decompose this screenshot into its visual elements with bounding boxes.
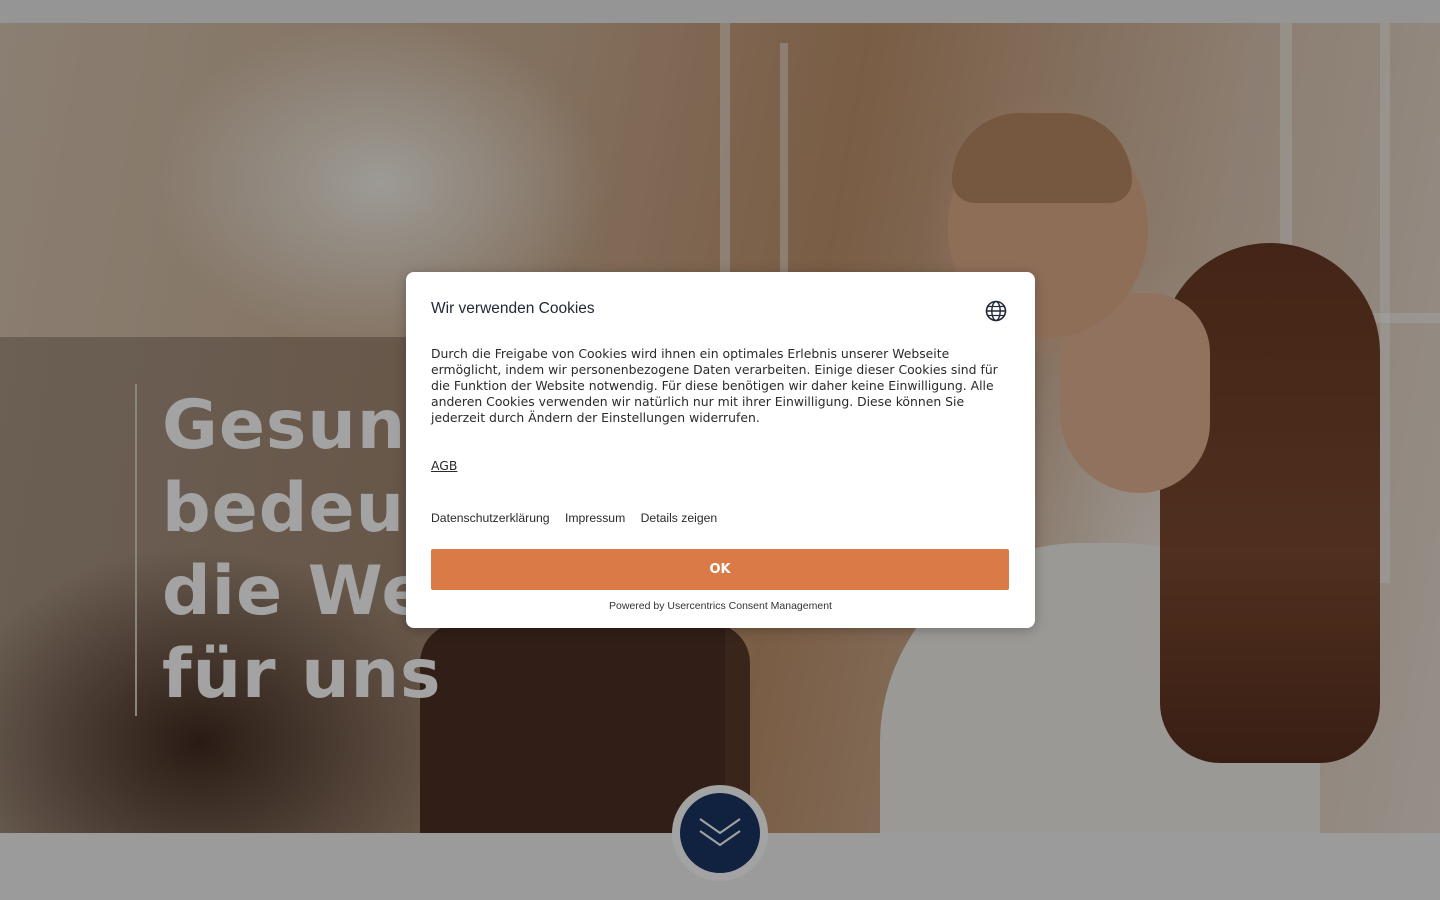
show-details-link[interactable]: Details zeigen <box>641 511 718 525</box>
language-button[interactable] <box>985 300 1007 322</box>
powered-by-label: Powered by Usercentrics Consent Manageme… <box>609 600 832 612</box>
globe-icon <box>985 300 1007 322</box>
cookie-consent-dialog: Wir verwenden Cookies Durch die Freigabe… <box>406 272 1035 628</box>
agb-link[interactable]: AGB <box>431 458 457 473</box>
privacy-policy-link[interactable]: Datenschutzerklärung <box>431 511 550 525</box>
cookie-dialog-links: Datenschutzerklärung Impressum Details z… <box>431 511 729 525</box>
imprint-link[interactable]: Impressum <box>565 511 625 525</box>
cookie-dialog-title: Wir verwenden Cookies <box>431 300 595 317</box>
accept-cookies-button[interactable]: OK <box>431 549 1009 590</box>
cookie-dialog-body: Durch die Freigabe von Cookies wird ihne… <box>431 346 998 425</box>
